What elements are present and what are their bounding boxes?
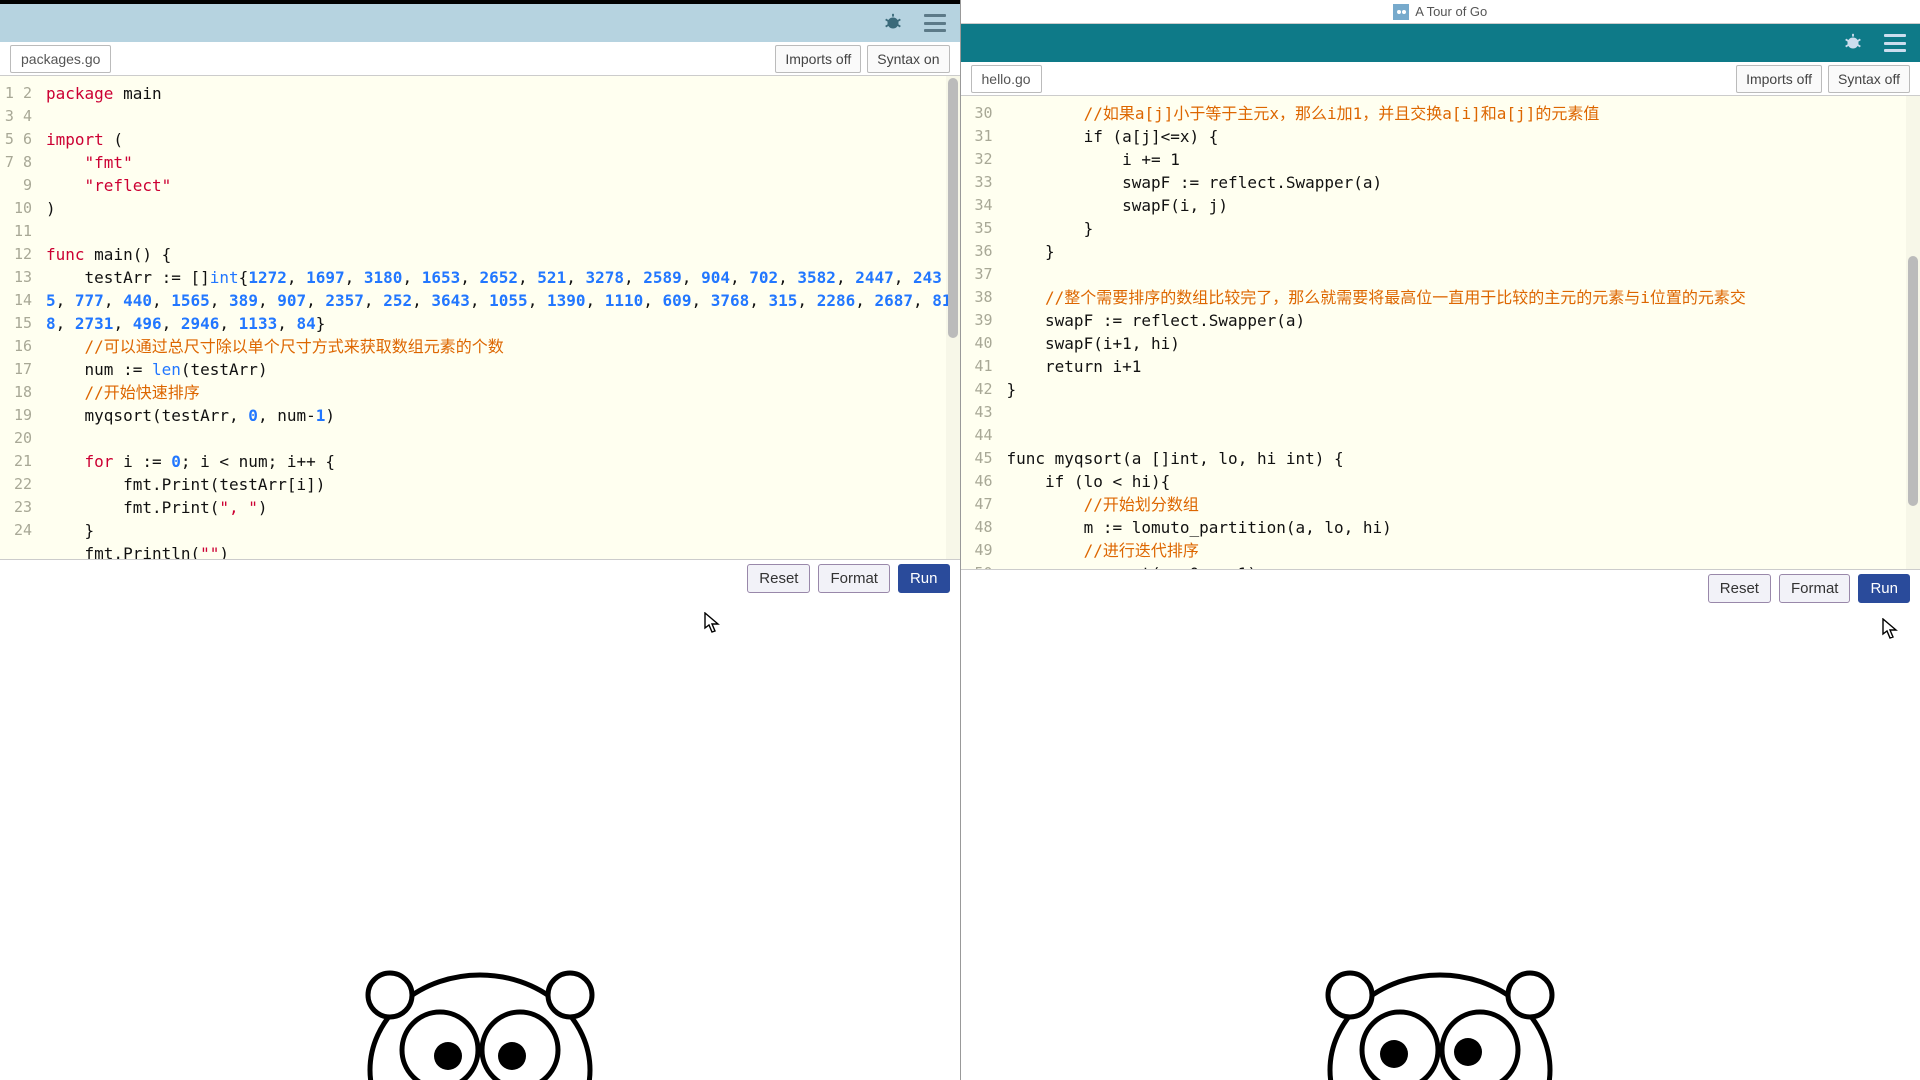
reset-button[interactable]: Reset — [1708, 574, 1771, 603]
scrollbar-thumb[interactable] — [948, 78, 958, 338]
bug-icon[interactable] — [1842, 32, 1864, 54]
gopher-icon — [320, 900, 640, 1080]
imports-toggle[interactable]: Imports off — [775, 45, 861, 73]
line-gutter: 30 31 32 33 34 35 36 37 38 39 40 41 42 4… — [961, 96, 999, 569]
file-tab[interactable]: packages.go — [10, 45, 111, 73]
vertical-scrollbar[interactable] — [946, 76, 960, 559]
action-bar-left: Reset Format Run — [0, 559, 960, 597]
run-button[interactable]: Run — [1858, 574, 1910, 603]
code-editor-right[interactable]: 30 31 32 33 34 35 36 37 38 39 40 41 42 4… — [961, 96, 1920, 569]
bug-icon[interactable] — [882, 12, 904, 34]
format-button[interactable]: Format — [1779, 574, 1851, 603]
action-bar-right: Reset Format Run — [961, 569, 1920, 607]
header-bar-right — [961, 24, 1920, 62]
right-pane: A Tour of Go hello.go Imports off Syntax… — [961, 0, 1920, 1080]
menu-icon[interactable] — [1884, 34, 1906, 52]
tab-title: A Tour of Go — [1415, 4, 1487, 19]
gopher-icon — [1280, 900, 1600, 1080]
left-pane: packages.go Imports off Syntax on 1 2 3 … — [0, 0, 961, 1080]
vertical-scrollbar[interactable] — [1906, 96, 1920, 569]
menu-icon[interactable] — [924, 14, 946, 32]
mouse-cursor — [1882, 618, 1900, 640]
gopher-favicon — [1393, 4, 1409, 20]
line-gutter: 1 2 3 4 5 6 7 8 9 10 11 12 13 14 15 16 1… — [0, 76, 38, 559]
code-area[interactable]: //如果a[j]小于等于主元x，那么i加1，并且交换a[i]和a[j]的元素值 … — [999, 96, 1920, 569]
output-area-right — [961, 607, 1920, 1080]
file-tab[interactable]: hello.go — [971, 65, 1042, 93]
mouse-cursor — [704, 612, 722, 634]
file-bar-right: hello.go Imports off Syntax off — [961, 62, 1920, 96]
output-area-left — [0, 597, 960, 1080]
browser-tab[interactable]: A Tour of Go — [961, 0, 1920, 24]
reset-button[interactable]: Reset — [747, 564, 810, 593]
header-bar-left — [0, 4, 960, 42]
imports-toggle[interactable]: Imports off — [1736, 65, 1822, 93]
syntax-toggle[interactable]: Syntax off — [1828, 65, 1910, 93]
code-editor-left[interactable]: 1 2 3 4 5 6 7 8 9 10 11 12 13 14 15 16 1… — [0, 76, 960, 559]
file-bar-left: packages.go Imports off Syntax on — [0, 42, 960, 76]
syntax-toggle[interactable]: Syntax on — [867, 45, 949, 73]
code-area[interactable]: package main import ( "fmt" "reflect") f… — [38, 76, 960, 559]
format-button[interactable]: Format — [818, 564, 890, 593]
scrollbar-thumb[interactable] — [1908, 256, 1918, 506]
run-button[interactable]: Run — [898, 564, 950, 593]
